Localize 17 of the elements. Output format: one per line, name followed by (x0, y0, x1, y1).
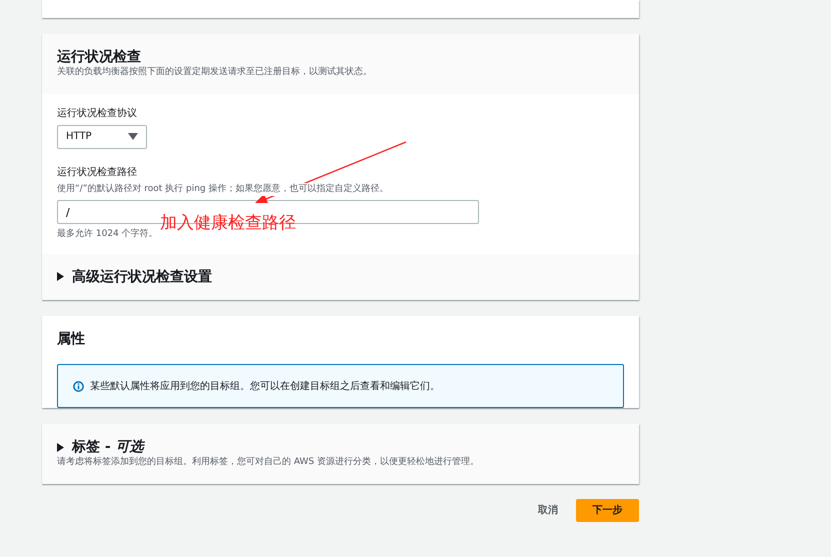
field-label: 运行状况检查路径 (57, 166, 138, 180)
dropdown-caret-icon (128, 133, 138, 140)
section-title: 运行状况检查 (57, 48, 142, 66)
advanced-settings-title[interactable]: 高级运行状况检查设置 (72, 268, 212, 286)
cancel-button[interactable]: 取消 (528, 498, 568, 522)
info-text: 某些默认属性将应用到您的目标组。您可以在创建目标组之后查看和编辑它们。 (90, 380, 440, 394)
field-label: 运行状况检查协议 (57, 106, 138, 121)
section-description: 关联的负载均衡器按照下面的设置定期发送请求至已注册目标，以测试其状态。 (57, 66, 373, 80)
info-icon (73, 380, 84, 392)
collapsed-caret-icon[interactable] (57, 272, 64, 282)
protocol-dropdown[interactable]: HTTP (57, 124, 147, 149)
field-constraint: 最多允许 1024 个字符。 (57, 228, 159, 242)
tags-title[interactable]: 标签 - 可选 (72, 438, 144, 456)
section-description: 请考虑将标签添加到您的目标组。利用标签，您可对自己的 AWS 资源进行分类，以便更轻松地进行管理。 (57, 456, 480, 470)
section-title: 属性 (57, 330, 86, 348)
collapsed-caret-icon[interactable] (57, 442, 64, 452)
next-button[interactable]: 下一步 (576, 498, 639, 522)
